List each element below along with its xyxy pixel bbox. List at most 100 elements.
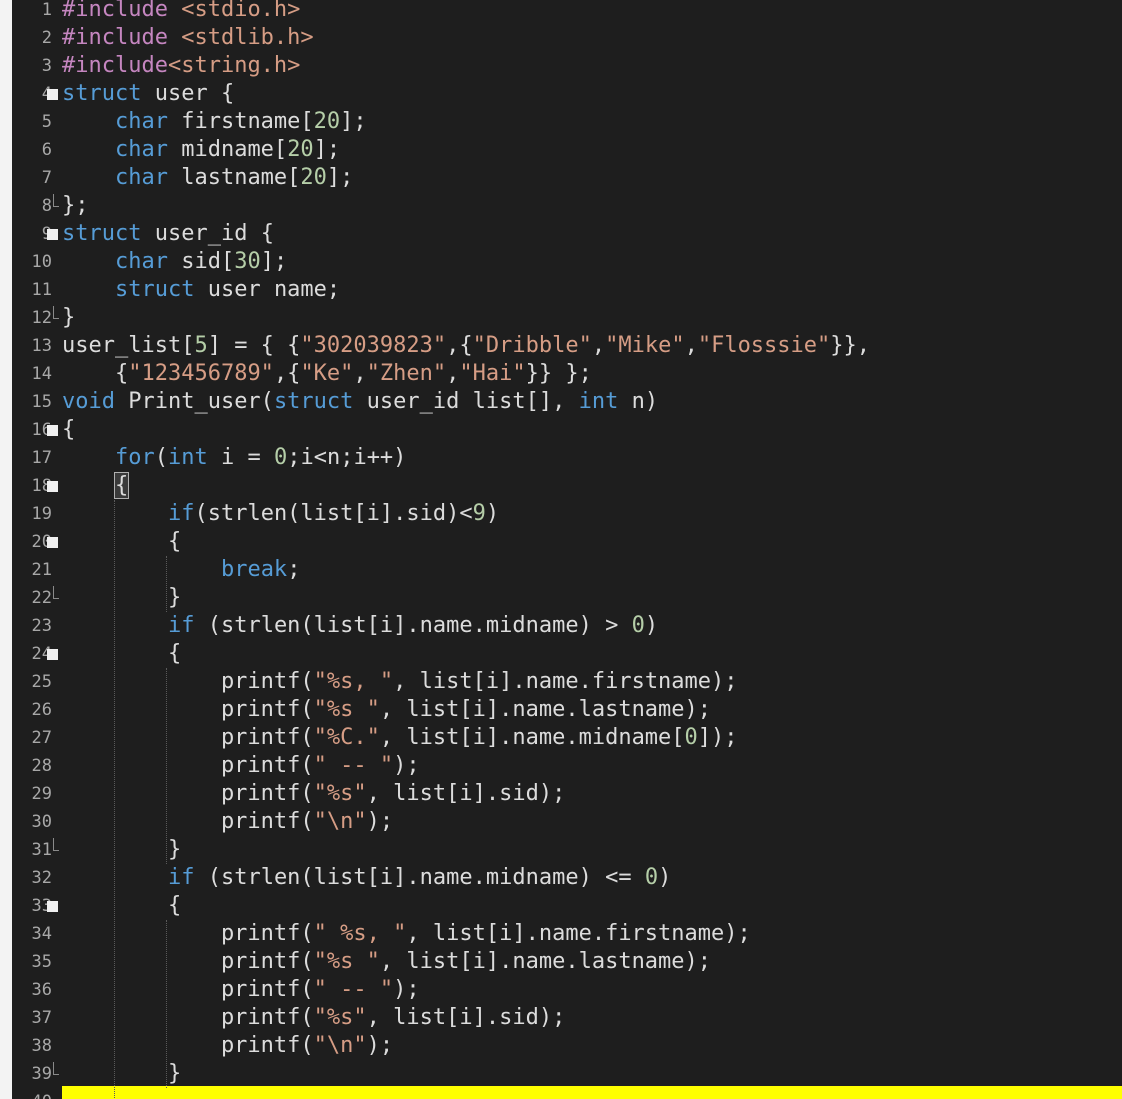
code-token: );: [366, 1033, 394, 1058]
code-line[interactable]: printf("\n");: [62, 1032, 1122, 1060]
code-line[interactable]: struct user {: [62, 80, 1122, 108]
code-token: (: [154, 445, 168, 470]
line-number: 30: [31, 812, 52, 832]
code-line[interactable]: };: [62, 192, 1122, 220]
code-token: ]);: [697, 725, 738, 750]
code-token: );: [366, 809, 394, 834]
code-token: " %s, ": [313, 921, 407, 946]
code-line[interactable]: {: [62, 640, 1122, 668]
code-line[interactable]: printf("%s ", list[i].name.lastname);: [62, 696, 1122, 724]
fold-toggle-icon[interactable]: [47, 425, 58, 436]
code-line[interactable]: break;: [62, 556, 1122, 584]
indent-guide: [114, 500, 115, 1099]
code-token: );: [393, 977, 420, 1002]
code-token: 30: [234, 249, 261, 274]
code-line[interactable]: }: [62, 304, 1122, 332]
code-token: "302039823": [300, 333, 447, 358]
code-line[interactable]: #include <stdlib.h>: [62, 24, 1122, 52]
code-line[interactable]: printf("%s ", list[i].name.lastname);: [62, 948, 1122, 976]
code-line[interactable]: {: [62, 892, 1122, 920]
code-line[interactable]: user_list[5] = { {"302039823",{"Dribble"…: [62, 332, 1122, 360]
code-token: char: [114, 137, 168, 162]
line-number: 34: [31, 924, 52, 944]
code-line[interactable]: printf("%s, ", list[i].name.firstname);: [62, 668, 1122, 696]
code-line[interactable]: for(int i = 0;i<n;i++): [62, 444, 1122, 472]
code-line[interactable]: if (strlen(list[i].name.midname) > 0): [62, 612, 1122, 640]
fold-toggle-icon[interactable]: [47, 649, 58, 660]
code-line[interactable]: char sid[30];: [62, 248, 1122, 276]
code-token: ): [644, 613, 659, 638]
code-token: 20: [300, 165, 327, 190]
code-line[interactable]: {: [62, 416, 1122, 444]
code-token: firstname[: [167, 109, 314, 134]
fold-toggle-icon[interactable]: [47, 481, 58, 492]
code-editor[interactable]: 1234567891011121314151617181920212223242…: [0, 0, 1122, 1099]
code-token: printf(: [62, 669, 314, 694]
code-token: <string.h>: [167, 53, 301, 78]
code-token: ,{: [446, 333, 473, 358]
line-number: 6: [41, 140, 52, 160]
code-token: , list[i].name.firstname);: [393, 669, 738, 694]
code-line[interactable]: void Print_user(struct user_id list[], i…: [62, 388, 1122, 416]
code-line[interactable]: #include <stdio.h>: [62, 0, 1122, 24]
code-token: #include: [62, 25, 168, 50]
code-token: "Ke": [300, 361, 354, 386]
code-token: if: [167, 865, 195, 890]
code-line[interactable]: printf("%s", list[i].sid);: [62, 780, 1122, 808]
code-token: ,: [446, 361, 460, 386]
line-number: 8: [41, 196, 52, 216]
code-line[interactable]: {: [62, 528, 1122, 556]
code-token: {: [62, 361, 129, 386]
fold-toggle-icon[interactable]: [47, 901, 58, 912]
code-line[interactable]: if (strlen(list[i].name.midname) <= 0): [62, 864, 1122, 892]
code-line[interactable]: char lastname[20];: [62, 164, 1122, 192]
code-token: }: [62, 837, 182, 862]
code-line[interactable]: {"123456789",{"Ke","Zhen","Hai"}} };: [62, 360, 1122, 388]
code-line[interactable]: printf("%s", list[i].sid);: [62, 1004, 1122, 1032]
code-line[interactable]: printf(" -- ");: [62, 752, 1122, 780]
code-token: "Zhen": [366, 361, 447, 386]
fold-end-marker: [53, 318, 59, 319]
line-number: 1: [41, 0, 52, 20]
code-line[interactable]: printf(" -- ");: [62, 976, 1122, 1004]
line-number: 29: [31, 784, 52, 804]
code-token: if: [167, 613, 195, 638]
code-token: user name;: [194, 277, 341, 302]
line-number: 10: [31, 252, 52, 272]
fold-guide-line: [53, 194, 54, 206]
code-token: " -- ": [313, 977, 394, 1002]
code-line[interactable]: struct user_id {: [62, 220, 1122, 248]
code-line[interactable]: printf("%C.", list[i].name.midname[0]);: [62, 724, 1122, 752]
code-line[interactable]: printf(" %s, ", list[i].name.firstname);: [62, 920, 1122, 948]
code-token: "%s": [313, 1005, 367, 1030]
code-line[interactable]: struct user name;: [62, 276, 1122, 304]
fold-toggle-icon[interactable]: [47, 229, 58, 240]
code-line[interactable]: }: [62, 1060, 1122, 1088]
line-number: 13: [31, 336, 52, 356]
code-token: i =: [207, 445, 274, 470]
code-line[interactable]: }: [62, 584, 1122, 612]
code-token: {: [62, 641, 182, 666]
fold-toggle-icon[interactable]: [47, 89, 58, 100]
code-line[interactable]: if(strlen(list[i].sid)<9): [62, 500, 1122, 528]
code-token: {: [62, 417, 76, 442]
code-line[interactable]: #include<string.h>: [62, 52, 1122, 80]
editor-left-margin: [0, 0, 12, 1099]
code-line[interactable]: printf("\n");: [62, 808, 1122, 836]
code-line[interactable]: char midname[20];: [62, 136, 1122, 164]
code-line[interactable]: {: [62, 472, 1122, 500]
line-number: 15: [31, 392, 52, 412]
code-token: "%s ": [313, 949, 380, 974]
code-line[interactable]: char firstname[20];: [62, 108, 1122, 136]
code-text-area[interactable]: #include <stdio.h> #include <stdlib.h> #in…: [62, 0, 1122, 1099]
code-token: ): [658, 865, 672, 890]
code-line[interactable]: }: [62, 836, 1122, 864]
code-token: ];: [340, 109, 367, 134]
code-token: ): [485, 501, 500, 526]
code-token: 9: [472, 501, 486, 526]
code-token: n): [618, 389, 659, 414]
fold-toggle-icon[interactable]: [47, 537, 58, 548]
